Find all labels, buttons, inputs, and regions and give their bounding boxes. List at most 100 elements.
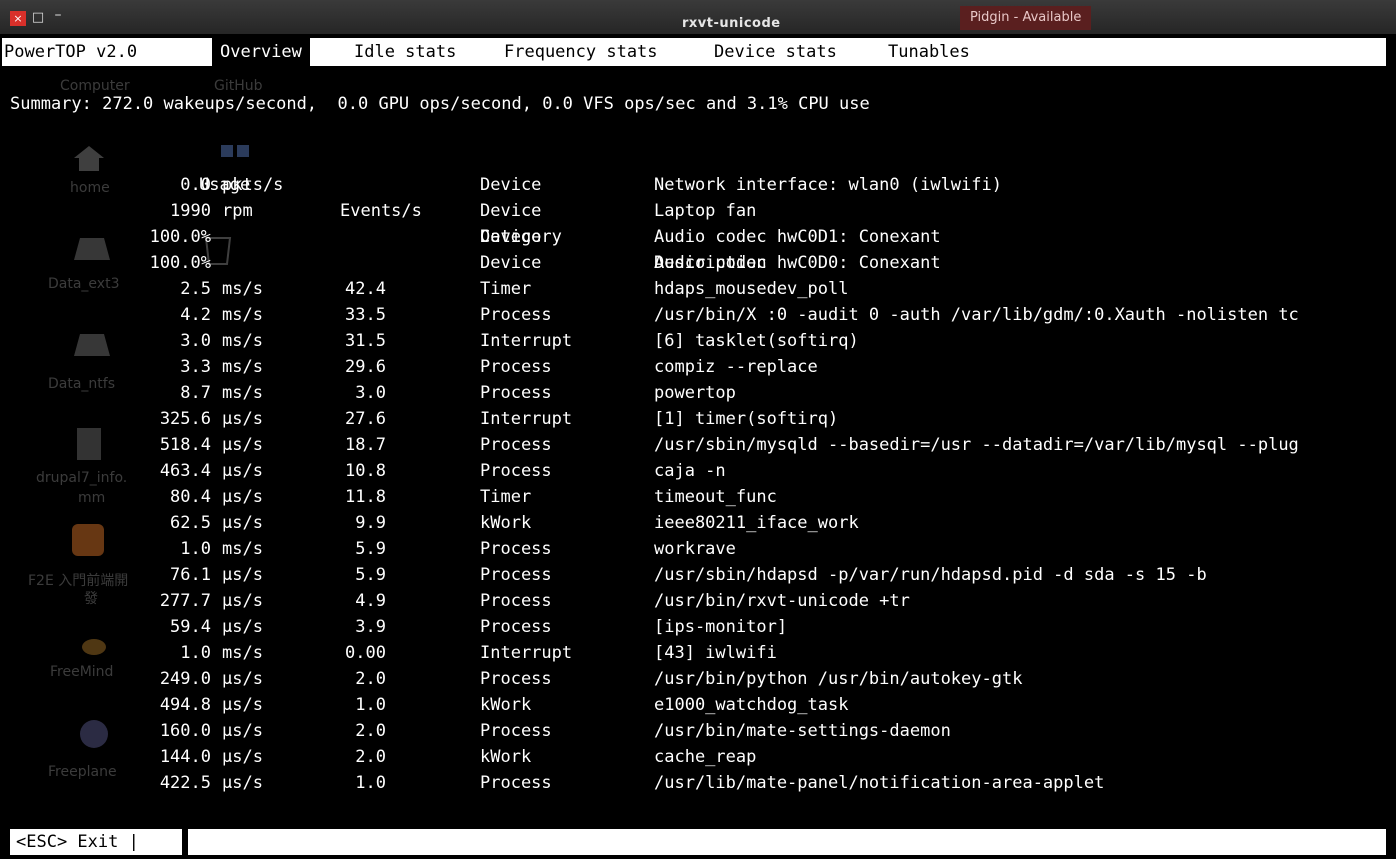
close-icon[interactable]: ×: [10, 11, 26, 26]
tab-device-stats[interactable]: Device stats: [714, 38, 837, 66]
usage-value: 3.0: [180, 331, 211, 351]
events-value: 3.0: [355, 383, 386, 403]
usage-unit: µs/s: [222, 435, 263, 455]
usage-value: 1990: [170, 201, 211, 221]
description-cell: compiz --replace: [654, 357, 818, 377]
table-row[interactable]: 76.1 µs/s 5.9 Process/usr/sbin/hdapsd -p/va…: [0, 562, 1396, 588]
table-header: Usage Events/s Category Description: [0, 146, 1396, 273]
usage-unit: ms/s: [222, 383, 263, 403]
description-cell: /usr/bin/python /usr/bin/autokey-gtk: [654, 669, 1023, 689]
table-row[interactable]: 422.5 µs/s 1.0 Process/usr/lib/mate-panel/n…: [0, 770, 1396, 796]
usage-unit: µs/s: [222, 591, 263, 611]
category-cell: kWork: [480, 695, 532, 715]
table-row[interactable]: 2.5 ms/s 42.4 Timer hdaps_mousedev_poll: [0, 276, 1396, 302]
status-field: [188, 829, 1386, 855]
table-row[interactable]: 277.7 µs/s 4.9 Process/usr/bin/rxvt-unicode…: [0, 588, 1396, 614]
events-value: 31.5: [345, 331, 386, 351]
category-cell: Process: [480, 591, 552, 611]
table-row[interactable]: 249.0 µs/s 2.0 Process/usr/bin/python /usr/…: [0, 666, 1396, 692]
usage-unit: µs/s: [222, 695, 263, 715]
usage-value: 1.0: [180, 539, 211, 559]
events-value: 5.9: [355, 539, 386, 559]
table-row[interactable]: 0.0 pkts/s Device Network interface: wlan0 …: [0, 172, 1396, 198]
description-cell: [6] tasklet(softirq): [654, 331, 859, 351]
table-row[interactable]: 8.7 ms/s 3.0 Process powertop: [0, 380, 1396, 406]
table-row[interactable]: 100.0% Device Audio codec hwC0D0: Conexant: [0, 250, 1396, 276]
category-cell: kWork: [480, 747, 532, 767]
description-cell: powertop: [654, 383, 736, 403]
table-row[interactable]: 144.0 µs/s 2.0 kWork cache_reap: [0, 744, 1396, 770]
tab-tunables[interactable]: Tunables: [888, 38, 970, 66]
usage-value: 76.1: [170, 565, 211, 585]
category-cell: Interrupt: [480, 409, 573, 429]
powertop-tab-bar: PowerTOP v2.0 Overview Idle stats Freque…: [2, 38, 1386, 66]
events-value: 1.0: [355, 695, 386, 715]
description-cell: caja -n: [654, 461, 726, 481]
table-row[interactable]: 59.4 µs/s 3.9 Process [ips-monitor]: [0, 614, 1396, 640]
usage-unit: rpm: [222, 201, 253, 221]
usage-unit: ms/s: [222, 279, 263, 299]
window-titlebar: × □ – rxvt-unicode Pidgin - Available: [0, 0, 1396, 34]
usage-value: 463.4: [159, 461, 211, 481]
usage-unit: ms/s: [222, 305, 263, 325]
events-value: 27.6: [345, 409, 386, 429]
table-row[interactable]: 1.0 ms/s 5.9 Process workrave: [0, 536, 1396, 562]
events-value: 5.9: [355, 565, 386, 585]
table-row[interactable]: 4.2 ms/s 33.5 Process/usr/bin/X :0 -audit 0…: [0, 302, 1396, 328]
description-cell: /usr/bin/rxvt-unicode +tr: [654, 591, 910, 611]
usage-value: 494.8: [159, 695, 211, 715]
usage-value: 144.0: [159, 747, 211, 767]
events-value: 33.5: [345, 305, 386, 325]
usage-value: 325.6: [159, 409, 211, 429]
table-row[interactable]: 494.8 µs/s 1.0 kWork e1000_watchdog_task: [0, 692, 1396, 718]
window-title: rxvt-unicode: [682, 16, 781, 31]
usage-value: 100.0%: [149, 227, 211, 247]
category-cell: Process: [480, 773, 552, 793]
category-cell: Process: [480, 305, 552, 325]
table-row[interactable]: 1.0 ms/s 0.00 Interrupt [43] iwlwifi: [0, 640, 1396, 666]
maximize-icon[interactable]: □: [30, 10, 46, 25]
table-row[interactable]: 1990 rpm Device Laptop fan: [0, 198, 1396, 224]
tab-overview[interactable]: Overview: [212, 38, 310, 66]
exit-hint[interactable]: <ESC> Exit |: [10, 829, 182, 855]
usage-value: 8.7: [180, 383, 211, 403]
table-row[interactable]: 463.4 µs/s 10.8 Process caja -n: [0, 458, 1396, 484]
category-cell: Timer: [480, 487, 532, 507]
description-cell: cache_reap: [654, 747, 757, 767]
usage-value: 518.4: [159, 435, 211, 455]
minimize-icon[interactable]: –: [50, 8, 66, 23]
table-row[interactable]: 325.6 µs/s 27.6 Interrupt [1] timer(softirq): [0, 406, 1396, 432]
usage-unit: µs/s: [222, 721, 263, 741]
usage-unit: µs/s: [222, 565, 263, 585]
table-row[interactable]: 80.4 µs/s 11.8 Timer timeout_func: [0, 484, 1396, 510]
description-cell: timeout_func: [654, 487, 777, 507]
tab-idle-stats[interactable]: Idle stats: [354, 38, 456, 66]
table-row[interactable]: 3.0 ms/s 31.5 Interrupt [6] tasklet(softirq): [0, 328, 1396, 354]
table-row[interactable]: 62.5 µs/s 9.9 kWork ieee80211_iface_work: [0, 510, 1396, 536]
category-cell: Process: [480, 617, 552, 637]
description-cell: /usr/sbin/mysqld --basedir=/usr --datadi…: [654, 435, 1299, 455]
tab-frequency-stats[interactable]: Frequency stats: [504, 38, 658, 66]
usage-unit: µs/s: [222, 773, 263, 793]
events-value: 2.0: [355, 669, 386, 689]
table-row[interactable]: 100.0% Device Audio codec hwC0D1: Conexant: [0, 224, 1396, 250]
usage-value: 2.5: [180, 279, 211, 299]
usage-value: 277.7: [159, 591, 211, 611]
category-cell: Process: [480, 383, 552, 403]
table-row[interactable]: 160.0 µs/s 2.0 Process/usr/bin/mate-setting…: [0, 718, 1396, 744]
usage-value: 62.5: [170, 513, 211, 533]
category-cell: Process: [480, 565, 552, 585]
description-cell: Laptop fan: [654, 201, 757, 221]
category-cell: Process: [480, 539, 552, 559]
description-cell: [1] timer(softirq): [654, 409, 839, 429]
table-row[interactable]: 518.4 µs/s 18.7 Process/usr/sbin/mysqld --b…: [0, 432, 1396, 458]
category-cell: Device: [480, 201, 542, 221]
table-row[interactable]: 3.3 ms/s 29.6 Process compiz --replace: [0, 354, 1396, 380]
app-name: PowerTOP v2.0: [4, 42, 138, 62]
category-cell: Timer: [480, 279, 532, 299]
usage-unit: µs/s: [222, 409, 263, 429]
pidgin-notification[interactable]: Pidgin - Available: [960, 6, 1092, 30]
category-cell: Device: [480, 227, 542, 247]
usage-value: 4.2: [180, 305, 211, 325]
description-cell: ieee80211_iface_work: [654, 513, 859, 533]
